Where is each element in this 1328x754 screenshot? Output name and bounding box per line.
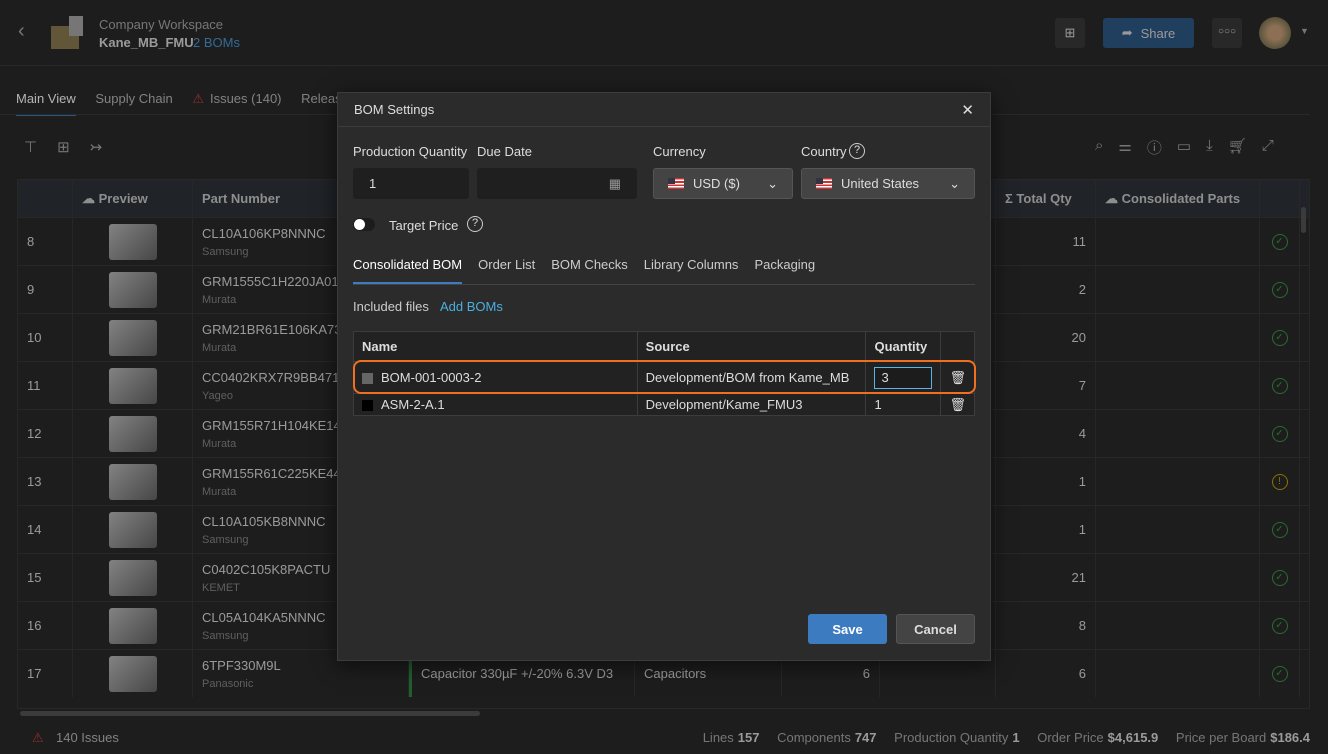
country-label: Country (801, 144, 847, 159)
bom-settings-dialog: BOM Settings ✕ Production Quantity Due D… (337, 92, 991, 661)
us-flag-icon (668, 178, 684, 189)
country-select[interactable]: United States ⌄ (801, 168, 975, 199)
trash-icon[interactable]: 🗑︎ (940, 393, 975, 416)
included-files-label: Included files (353, 299, 429, 314)
highlight-annotation (353, 360, 976, 394)
save-button[interactable]: Save (808, 614, 887, 644)
chevron-down-icon: ⌄ (949, 175, 960, 191)
calendar-icon[interactable]: ▦ (609, 176, 621, 192)
production-quantity-input[interactable]: 1 (353, 168, 469, 199)
tab-consolidated-bom[interactable]: Consolidated BOM (353, 257, 463, 284)
due-date-input[interactable]: ▦ (477, 168, 637, 199)
chevron-down-icon: ⌄ (767, 175, 778, 191)
currency-label: Currency (653, 144, 706, 159)
close-icon[interactable]: ✕ (961, 101, 974, 119)
help-icon[interactable]: ? (467, 216, 483, 232)
add-boms-link[interactable]: Add BOMs (440, 299, 503, 314)
file-row[interactable]: ASM-2-A.1 Development/Kame_FMU3 1 🗑︎ (353, 393, 975, 416)
due-date-label: Due Date (477, 144, 532, 159)
help-icon[interactable]: ? (849, 143, 865, 159)
currency-select[interactable]: USD ($) ⌄ (653, 168, 793, 199)
tab-bom-checks[interactable]: BOM Checks (551, 257, 628, 284)
tab-packaging[interactable]: Packaging (754, 257, 815, 284)
color-swatch (362, 400, 373, 412)
quantity-value[interactable]: 1 (865, 393, 942, 416)
production-quantity-label: Production Quantity (353, 144, 468, 159)
dialog-title: BOM Settings (354, 102, 435, 117)
target-price-label: Target Price (389, 218, 459, 233)
tab-order-list[interactable]: Order List (478, 257, 535, 284)
dialog-tabs: Consolidated BOM Order List BOM Checks L… (353, 257, 975, 285)
target-price-toggle[interactable] (353, 218, 375, 231)
tab-library-columns[interactable]: Library Columns (644, 257, 739, 284)
us-flag-icon (816, 178, 832, 189)
cancel-button[interactable]: Cancel (896, 614, 975, 644)
